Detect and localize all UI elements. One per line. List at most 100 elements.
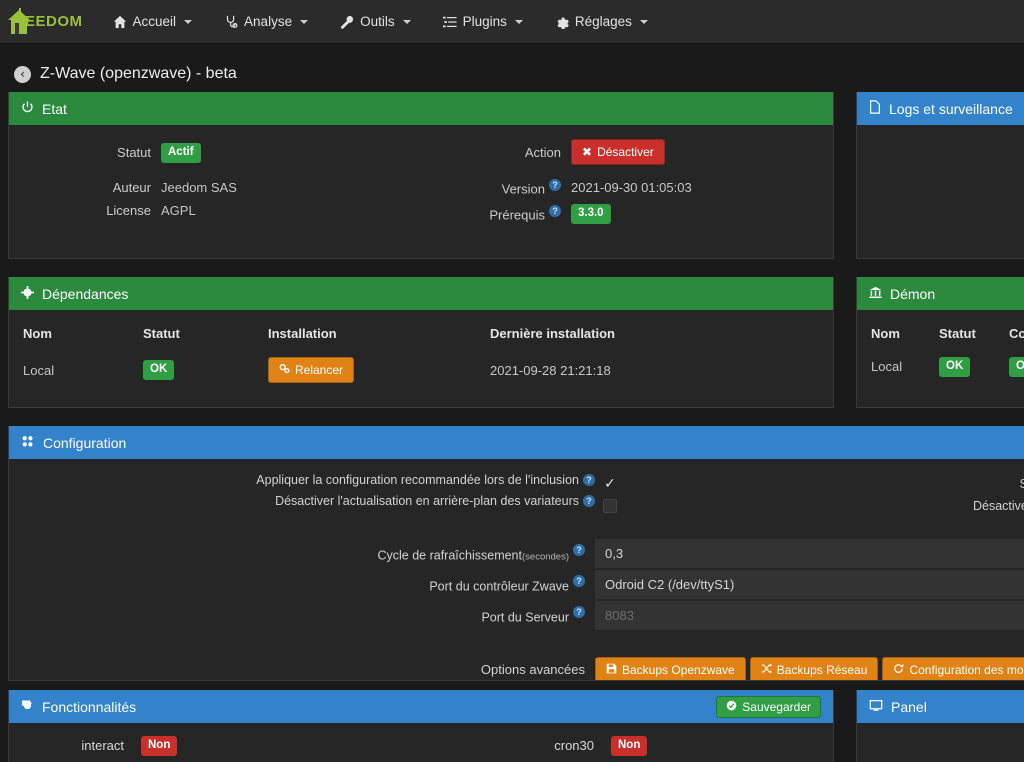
- etat-value-auteur: Jeedom SAS: [161, 179, 237, 195]
- config-input-port-serveur[interactable]: [595, 601, 1024, 631]
- etat-status-badge: Actif: [161, 143, 201, 163]
- config-label-port-serveur: Port du Serveur: [481, 610, 569, 625]
- close-icon: ✖: [582, 145, 593, 159]
- config-row-inclusion: Appliquer la configuration recommandée l…: [19, 473, 595, 487]
- panel-dependances-title: Dépendances: [42, 285, 129, 302]
- panel-panel: Panel Afficher: [856, 690, 1024, 762]
- etat-row-auteur: Auteur Jeedom SAS: [21, 180, 421, 195]
- backups-openzwave-label: Backups Openzwave: [622, 663, 735, 677]
- etat-label-prerequis: Prérequis: [489, 207, 545, 223]
- nav-label-plugins: Plugins: [462, 14, 507, 29]
- config-input-port-controleur[interactable]: [595, 570, 1024, 600]
- demon-col-nom: Nom: [871, 326, 900, 341]
- config-row-port-controleur: Port du contrôleur Zwave?: [19, 570, 1024, 600]
- demon-col-statut: Statut: [939, 326, 976, 341]
- nav-item-outils[interactable]: Outils: [324, 0, 427, 44]
- config-label-variateurs: Désactiver l'actualisation en arrière-pl…: [275, 494, 579, 508]
- page-header: ‹ Z-Wave (openzwave) - beta: [0, 56, 1024, 92]
- config-label-cycle: Cycle de rafraîchissement: [377, 548, 522, 563]
- save-button[interactable]: Sauvegarder: [716, 695, 821, 718]
- panel-dependances: Dépendances Nom Statut Installation Dern…: [8, 277, 834, 408]
- configuration-modules-label: Configuration des modules: [909, 663, 1024, 677]
- etat-row-version: Version? 2021-09-30 01:05:03: [421, 179, 821, 196]
- panel-panel-header: Panel: [857, 690, 1024, 723]
- wrench-icon: [340, 15, 354, 29]
- backups-reseau-button[interactable]: Backups Réseau: [749, 657, 879, 680]
- disable-plugin-button[interactable]: ✖ Désactiver: [571, 139, 665, 165]
- panel-fonctionnalites-header: Fonctionnalités Sauvegarder: [9, 690, 833, 723]
- etat-row-statut: Statut Actif: [21, 143, 421, 163]
- power-icon: [21, 100, 34, 117]
- puzzle-icon: [21, 285, 34, 302]
- home-icon: [113, 15, 127, 29]
- help-icon[interactable]: ?: [549, 205, 561, 218]
- etat-row-prerequis: Prérequis? 3.3.0: [421, 204, 821, 224]
- config-row-options: Options avancées Backups Openzwave Backu…: [19, 657, 1024, 680]
- help-icon[interactable]: ?: [573, 605, 585, 618]
- panel-row-afficher: Afficher: [869, 737, 1024, 752]
- table-row: Local OK OK: [865, 351, 1024, 383]
- config-row-cycle: Cycle de rafraîchissement(secondes)?: [19, 539, 1024, 569]
- nav-label-analyse: Analyse: [244, 14, 293, 29]
- fonc-badge-interact[interactable]: Non: [141, 736, 178, 756]
- dep-col-nom: Nom: [23, 326, 52, 341]
- fonc-label-interact: interact: [81, 737, 124, 753]
- panel-etat-header: Etat: [9, 92, 833, 125]
- panel-demon-title: Démon: [890, 285, 936, 302]
- nav-label-reglages: Réglages: [574, 14, 632, 29]
- help-icon[interactable]: ?: [573, 543, 585, 556]
- jeedom-logo[interactable]: EEDOM: [0, 0, 97, 44]
- back-arrow-icon[interactable]: ‹: [14, 65, 31, 83]
- config-label-inclusion: Appliquer la configuration recommandée l…: [256, 473, 579, 487]
- fonc-badge-cron30[interactable]: Non: [611, 736, 648, 756]
- help-icon[interactable]: ?: [583, 495, 595, 507]
- table-row: Local OK Relancer 2021-09-28 21:21:18: [17, 351, 825, 389]
- backups-openzwave-button[interactable]: Backups Openzwave: [595, 657, 746, 680]
- etat-label-version: Version: [501, 181, 545, 197]
- nav-label-outils: Outils: [360, 14, 395, 29]
- config-row-port-serveur: Port du Serveur?: [19, 601, 1024, 631]
- help-icon[interactable]: ?: [573, 574, 585, 587]
- config-input-cycle[interactable]: [595, 539, 1024, 569]
- dep-col-statut: Statut: [143, 326, 180, 341]
- dep-status-badge: OK: [143, 360, 175, 380]
- help-icon[interactable]: ?: [583, 474, 595, 486]
- gears-icon: [279, 363, 290, 377]
- panel-logs: Logs et surveillance Nivea Heartbeat: [856, 92, 1024, 259]
- panel-etat: Etat Statut Actif Auteur Jeedom SAS Lice…: [8, 92, 834, 259]
- relaunch-install-button[interactable]: Relancer: [268, 357, 355, 383]
- etat-prerequis-badge: 3.3.0: [571, 204, 611, 224]
- logs-row-niveau: Nivea: [869, 143, 1024, 158]
- save-icon: [606, 663, 617, 677]
- etat-value-license: AGPL: [161, 202, 196, 218]
- config-checkbox-variateurs[interactable]: [603, 499, 617, 513]
- config-checkbox-inclusion[interactable]: ✓: [603, 477, 617, 491]
- demon-col-conf: Conf: [1009, 326, 1024, 341]
- nav-item-accueil[interactable]: Accueil: [97, 0, 209, 44]
- disable-plugin-label: Désactiver: [597, 145, 654, 159]
- dependances-table: Nom Statut Installation Dernière install…: [17, 322, 825, 389]
- panel-panel-title: Panel: [891, 698, 927, 715]
- refresh-icon: [893, 663, 904, 677]
- page-title: Z-Wave (openzwave) - beta: [40, 65, 237, 82]
- etat-row-license: License AGPL: [21, 203, 421, 218]
- dep-col-installation: Installation: [268, 326, 337, 341]
- configuration-modules-button[interactable]: Configuration des modules: [882, 657, 1024, 680]
- bank-icon: [869, 286, 882, 302]
- config-row-variateurs: Désactiver l'actualisation en arrière-pl…: [19, 494, 595, 508]
- chevron-down-icon: [184, 19, 193, 24]
- etat-label-statut: Statut: [117, 145, 151, 161]
- etat-label-action: Action: [524, 144, 561, 160]
- etat-label-auteur: Auteur: [112, 179, 151, 195]
- help-icon[interactable]: ?: [549, 179, 561, 191]
- config-label-port-controleur: Port du contrôleur Zwave: [429, 579, 569, 594]
- logs-row-heartbeat: Heartbeat: [869, 182, 1024, 197]
- panel-configuration-title: Configuration: [43, 434, 127, 451]
- chevron-down-icon: [402, 19, 411, 24]
- config-label-gestion: Désactiver la gestion: [972, 499, 1024, 513]
- demon-conf-badge: OK: [1009, 357, 1024, 377]
- backups-reseau-label: Backups Réseau: [776, 663, 868, 677]
- nav-item-reglages[interactable]: Réglages: [539, 0, 664, 44]
- nav-item-analyse[interactable]: Analyse: [208, 0, 324, 44]
- nav-item-plugins[interactable]: Plugins: [427, 0, 539, 44]
